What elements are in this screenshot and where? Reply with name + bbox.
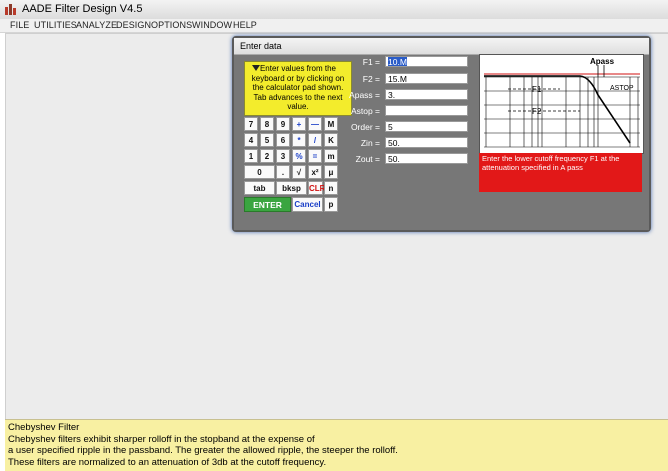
f1-field[interactable]: 10.M bbox=[385, 56, 468, 67]
menu-design[interactable]: DESIGN bbox=[116, 20, 151, 30]
window-titlebar: AADE Filter Design V4.5 bbox=[0, 0, 668, 20]
info-line-1: Chebyshev filters exhibit sharper rollof… bbox=[8, 433, 315, 445]
filter-info-panel: Chebyshev Filter Chebyshev filters exhib… bbox=[5, 419, 668, 471]
enter-button[interactable]: ENTER bbox=[244, 197, 291, 212]
dialog-titlebar[interactable]: Enter data bbox=[234, 38, 649, 55]
key-4[interactable]: 4 bbox=[244, 133, 258, 147]
zin-label: Zin = bbox=[360, 138, 380, 148]
dialog-title: Enter data bbox=[240, 41, 282, 51]
key-1[interactable]: 1 bbox=[244, 149, 258, 163]
zin-field[interactable]: 50. bbox=[385, 137, 468, 148]
f1-label: F1 = bbox=[362, 57, 380, 67]
menu-options[interactable]: OPTIONS bbox=[151, 20, 192, 30]
key-6[interactable]: 6 bbox=[276, 133, 290, 147]
menu-utilities[interactable]: UTILITIES bbox=[34, 20, 77, 30]
key-3[interactable]: 3 bbox=[276, 149, 290, 163]
order-field[interactable]: 5 bbox=[385, 121, 468, 132]
apass-graph-label: Apass bbox=[590, 57, 615, 66]
key-percent[interactable]: % bbox=[292, 149, 306, 163]
window-title: AADE Filter Design V4.5 bbox=[22, 3, 143, 15]
astop-label: Astop = bbox=[350, 106, 380, 116]
app-icon bbox=[5, 4, 16, 15]
key-nano[interactable]: n bbox=[324, 181, 338, 195]
key-clear[interactable]: CLR bbox=[308, 181, 325, 195]
key-square[interactable]: x² bbox=[308, 165, 322, 179]
apass-label: Apass = bbox=[349, 90, 380, 100]
pointer-icon bbox=[252, 65, 260, 71]
menu-help[interactable]: HELP bbox=[233, 20, 257, 30]
menu-file[interactable]: FILE bbox=[10, 20, 29, 30]
f2-graph-label: F2 bbox=[532, 107, 542, 116]
key-8[interactable]: 8 bbox=[260, 117, 274, 131]
key-9[interactable]: 9 bbox=[276, 117, 290, 131]
calculator-pad: 7 8 9 + — M 4 5 6 * / K 1 2 3 % = m 0 . … bbox=[244, 117, 340, 225]
order-label: Order = bbox=[350, 122, 380, 132]
f1-value: 10.M bbox=[388, 57, 407, 67]
info-title: Chebyshev Filter bbox=[8, 422, 80, 433]
f2-label: F2 = bbox=[362, 74, 380, 84]
instruction-message: Enter the lower cutoff frequency F1 at t… bbox=[479, 153, 642, 192]
key-7[interactable]: 7 bbox=[244, 117, 258, 131]
key-0[interactable]: 0 bbox=[244, 165, 275, 179]
key-tab[interactable]: tab bbox=[244, 181, 275, 195]
astop-graph-label: ASTOP bbox=[610, 85, 634, 92]
key-plus[interactable]: + bbox=[292, 117, 306, 131]
key-5[interactable]: 5 bbox=[260, 133, 274, 147]
f1-graph-label: F1 bbox=[532, 85, 542, 94]
info-line-3: These filters are normalized to an atten… bbox=[8, 456, 327, 468]
response-graph-svg: Apass ASTOP F1 F2 bbox=[484, 57, 640, 148]
key-sqrt[interactable]: √ bbox=[292, 165, 306, 179]
key-decimal[interactable]: . bbox=[276, 165, 290, 179]
zout-label: Zout = bbox=[355, 154, 380, 164]
key-micro[interactable]: μ bbox=[324, 165, 338, 179]
menu-window[interactable]: WINDOW bbox=[192, 20, 232, 30]
key-2[interactable]: 2 bbox=[260, 149, 274, 163]
key-pico[interactable]: p bbox=[324, 197, 338, 212]
zout-field[interactable]: 50. bbox=[385, 153, 468, 164]
key-multiply[interactable]: * bbox=[292, 133, 306, 147]
f2-field[interactable]: 15.M bbox=[385, 73, 468, 84]
info-line-2: a user specified ripple in the passband.… bbox=[8, 445, 398, 456]
dialog-body: Enter values from the keyboard or by cli… bbox=[234, 54, 649, 230]
apass-field[interactable]: 3. bbox=[385, 89, 468, 100]
astop-field[interactable] bbox=[385, 105, 468, 116]
help-text: Enter values from the keyboard or by cli… bbox=[251, 64, 345, 111]
key-backspace[interactable]: bksp bbox=[276, 181, 307, 195]
cancel-button[interactable]: Cancel bbox=[292, 197, 323, 212]
enter-data-dialog: Enter data Enter values from the keyboar… bbox=[232, 36, 651, 232]
menu-bar: FILE UTILITIES ANALYZE DESIGN OPTIONS WI… bbox=[0, 19, 668, 33]
response-graph: Apass ASTOP F1 F2 bbox=[479, 54, 644, 154]
menu-analyze[interactable]: ANALYZE bbox=[76, 20, 117, 30]
